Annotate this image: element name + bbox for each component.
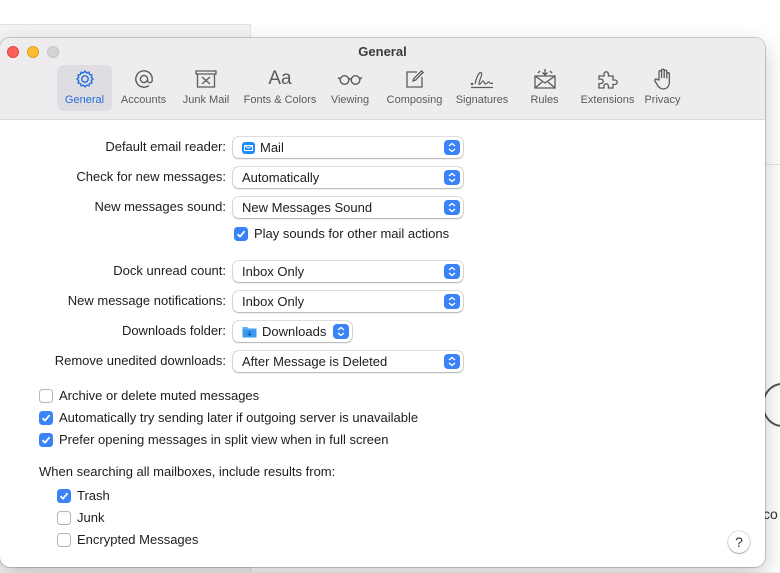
signature-icon (470, 71, 494, 89)
notifications-select[interactable]: Inbox Only (233, 291, 463, 312)
search-include-heading: When searching all mailboxes, include re… (39, 464, 336, 479)
chevron-up-down-icon (444, 264, 460, 279)
tab-general[interactable]: General (57, 65, 112, 111)
play-sounds-checkbox[interactable] (234, 227, 248, 241)
default-reader-label: Default email reader: (105, 139, 226, 154)
chevron-up-down-icon (333, 324, 349, 339)
fonts-icon: Aa (268, 68, 292, 89)
window-titlebar: General General Accounts Junk Mail Aa Fo… (0, 38, 765, 120)
preferences-window: General General Accounts Junk Mail Aa Fo… (0, 38, 765, 567)
include-encrypted-label: Encrypted Messages (77, 532, 199, 547)
tab-extensions[interactable]: Extensions (577, 65, 638, 111)
remove-downloads-label: Remove unedited downloads: (54, 353, 226, 368)
tab-label: Signatures (455, 94, 509, 106)
puzzle-icon (597, 71, 618, 89)
include-encrypted-checkbox[interactable] (57, 533, 71, 547)
archive-muted-checkbox[interactable] (39, 389, 53, 403)
check-messages-label: Check for new messages: (76, 169, 226, 184)
tab-label: Junk Mail (182, 94, 230, 106)
archive-muted-label: Archive or delete muted messages (59, 388, 260, 403)
tab-label: General (64, 94, 105, 106)
checkmark-icon (41, 436, 51, 444)
tab-label: Extensions (580, 94, 635, 106)
gear-icon (75, 70, 94, 88)
try-later-label: Automatically try sending later if outgo… (59, 410, 419, 425)
checkmark-icon (59, 492, 69, 500)
tab-label: Fonts & Colors (243, 94, 317, 106)
preferences-toolbar: General Accounts Junk Mail Aa Fonts & Co… (57, 65, 687, 113)
junk-mail-icon (195, 70, 217, 88)
tab-label: Composing (386, 94, 443, 106)
dock-unread-select[interactable]: Inbox Only (233, 261, 463, 282)
help-button[interactable]: ? (728, 531, 750, 553)
dock-unread-label: Dock unread count: (113, 263, 226, 278)
glasses-icon (337, 74, 363, 86)
checkmark-icon (236, 230, 246, 238)
play-sounds-label: Play sounds for other mail actions (254, 226, 450, 241)
include-trash-checkbox[interactable] (57, 489, 71, 503)
tab-accounts[interactable]: Accounts (112, 65, 175, 111)
background-divider (765, 164, 780, 165)
tab-rules[interactable]: Rules (512, 65, 577, 111)
compose-icon (405, 69, 424, 88)
background-partial-text: co (763, 506, 778, 522)
downloads-folder-icon (242, 325, 257, 338)
tab-label: Privacy (644, 94, 681, 106)
mail-app-icon (242, 142, 255, 154)
include-junk-label: Junk (77, 510, 105, 525)
hand-icon (653, 68, 670, 90)
chevron-up-down-icon (444, 140, 460, 155)
downloads-folder-label: Downloads folder: (121, 323, 226, 338)
rules-icon (533, 69, 556, 89)
downloads-folder-select[interactable]: Downloads (233, 321, 352, 342)
include-junk-checkbox[interactable] (57, 511, 71, 525)
default-reader-select[interactable]: Mail (233, 137, 463, 158)
new-sound-select[interactable]: New Messages Sound (233, 197, 463, 218)
tab-junk-mail[interactable]: Junk Mail (175, 65, 237, 111)
notifications-label: New message notifications: (67, 293, 226, 308)
background-topbar (0, 0, 780, 24)
split-view-checkbox[interactable] (39, 433, 53, 447)
tab-composing[interactable]: Composing (377, 65, 452, 111)
chevron-up-down-icon (444, 354, 460, 369)
checkmark-icon (41, 414, 51, 422)
dock-unread-value: Inbox Only (242, 264, 305, 279)
chevron-up-down-icon (444, 200, 460, 215)
tab-signatures[interactable]: Signatures (452, 65, 512, 111)
tab-label: Accounts (120, 94, 167, 106)
tab-fonts-colors[interactable]: Aa Fonts & Colors (237, 65, 323, 111)
check-messages-select[interactable]: Automatically (233, 167, 463, 188)
window-title: General (358, 44, 407, 59)
new-sound-label: New messages sound: (94, 199, 226, 214)
tab-privacy[interactable]: Privacy (638, 65, 687, 111)
default-reader-value: Mail (260, 140, 284, 155)
new-sound-value: New Messages Sound (242, 200, 373, 215)
chevron-up-down-icon (444, 170, 460, 185)
remove-downloads-select[interactable]: After Message is Deleted (233, 351, 463, 372)
split-view-label: Prefer opening messages in split view wh… (59, 432, 389, 447)
tab-label: Viewing (330, 94, 370, 106)
at-icon (134, 70, 153, 88)
notifications-value: Inbox Only (242, 294, 305, 309)
include-trash-label: Trash (77, 488, 110, 503)
chevron-up-down-icon (444, 294, 460, 309)
try-later-checkbox[interactable] (39, 411, 53, 425)
check-messages-value: Automatically (242, 170, 320, 185)
downloads-folder-value: Downloads (262, 324, 327, 339)
tab-label: Rules (530, 94, 559, 106)
tab-viewing[interactable]: Viewing (323, 65, 377, 111)
remove-downloads-value: After Message is Deleted (242, 354, 388, 369)
